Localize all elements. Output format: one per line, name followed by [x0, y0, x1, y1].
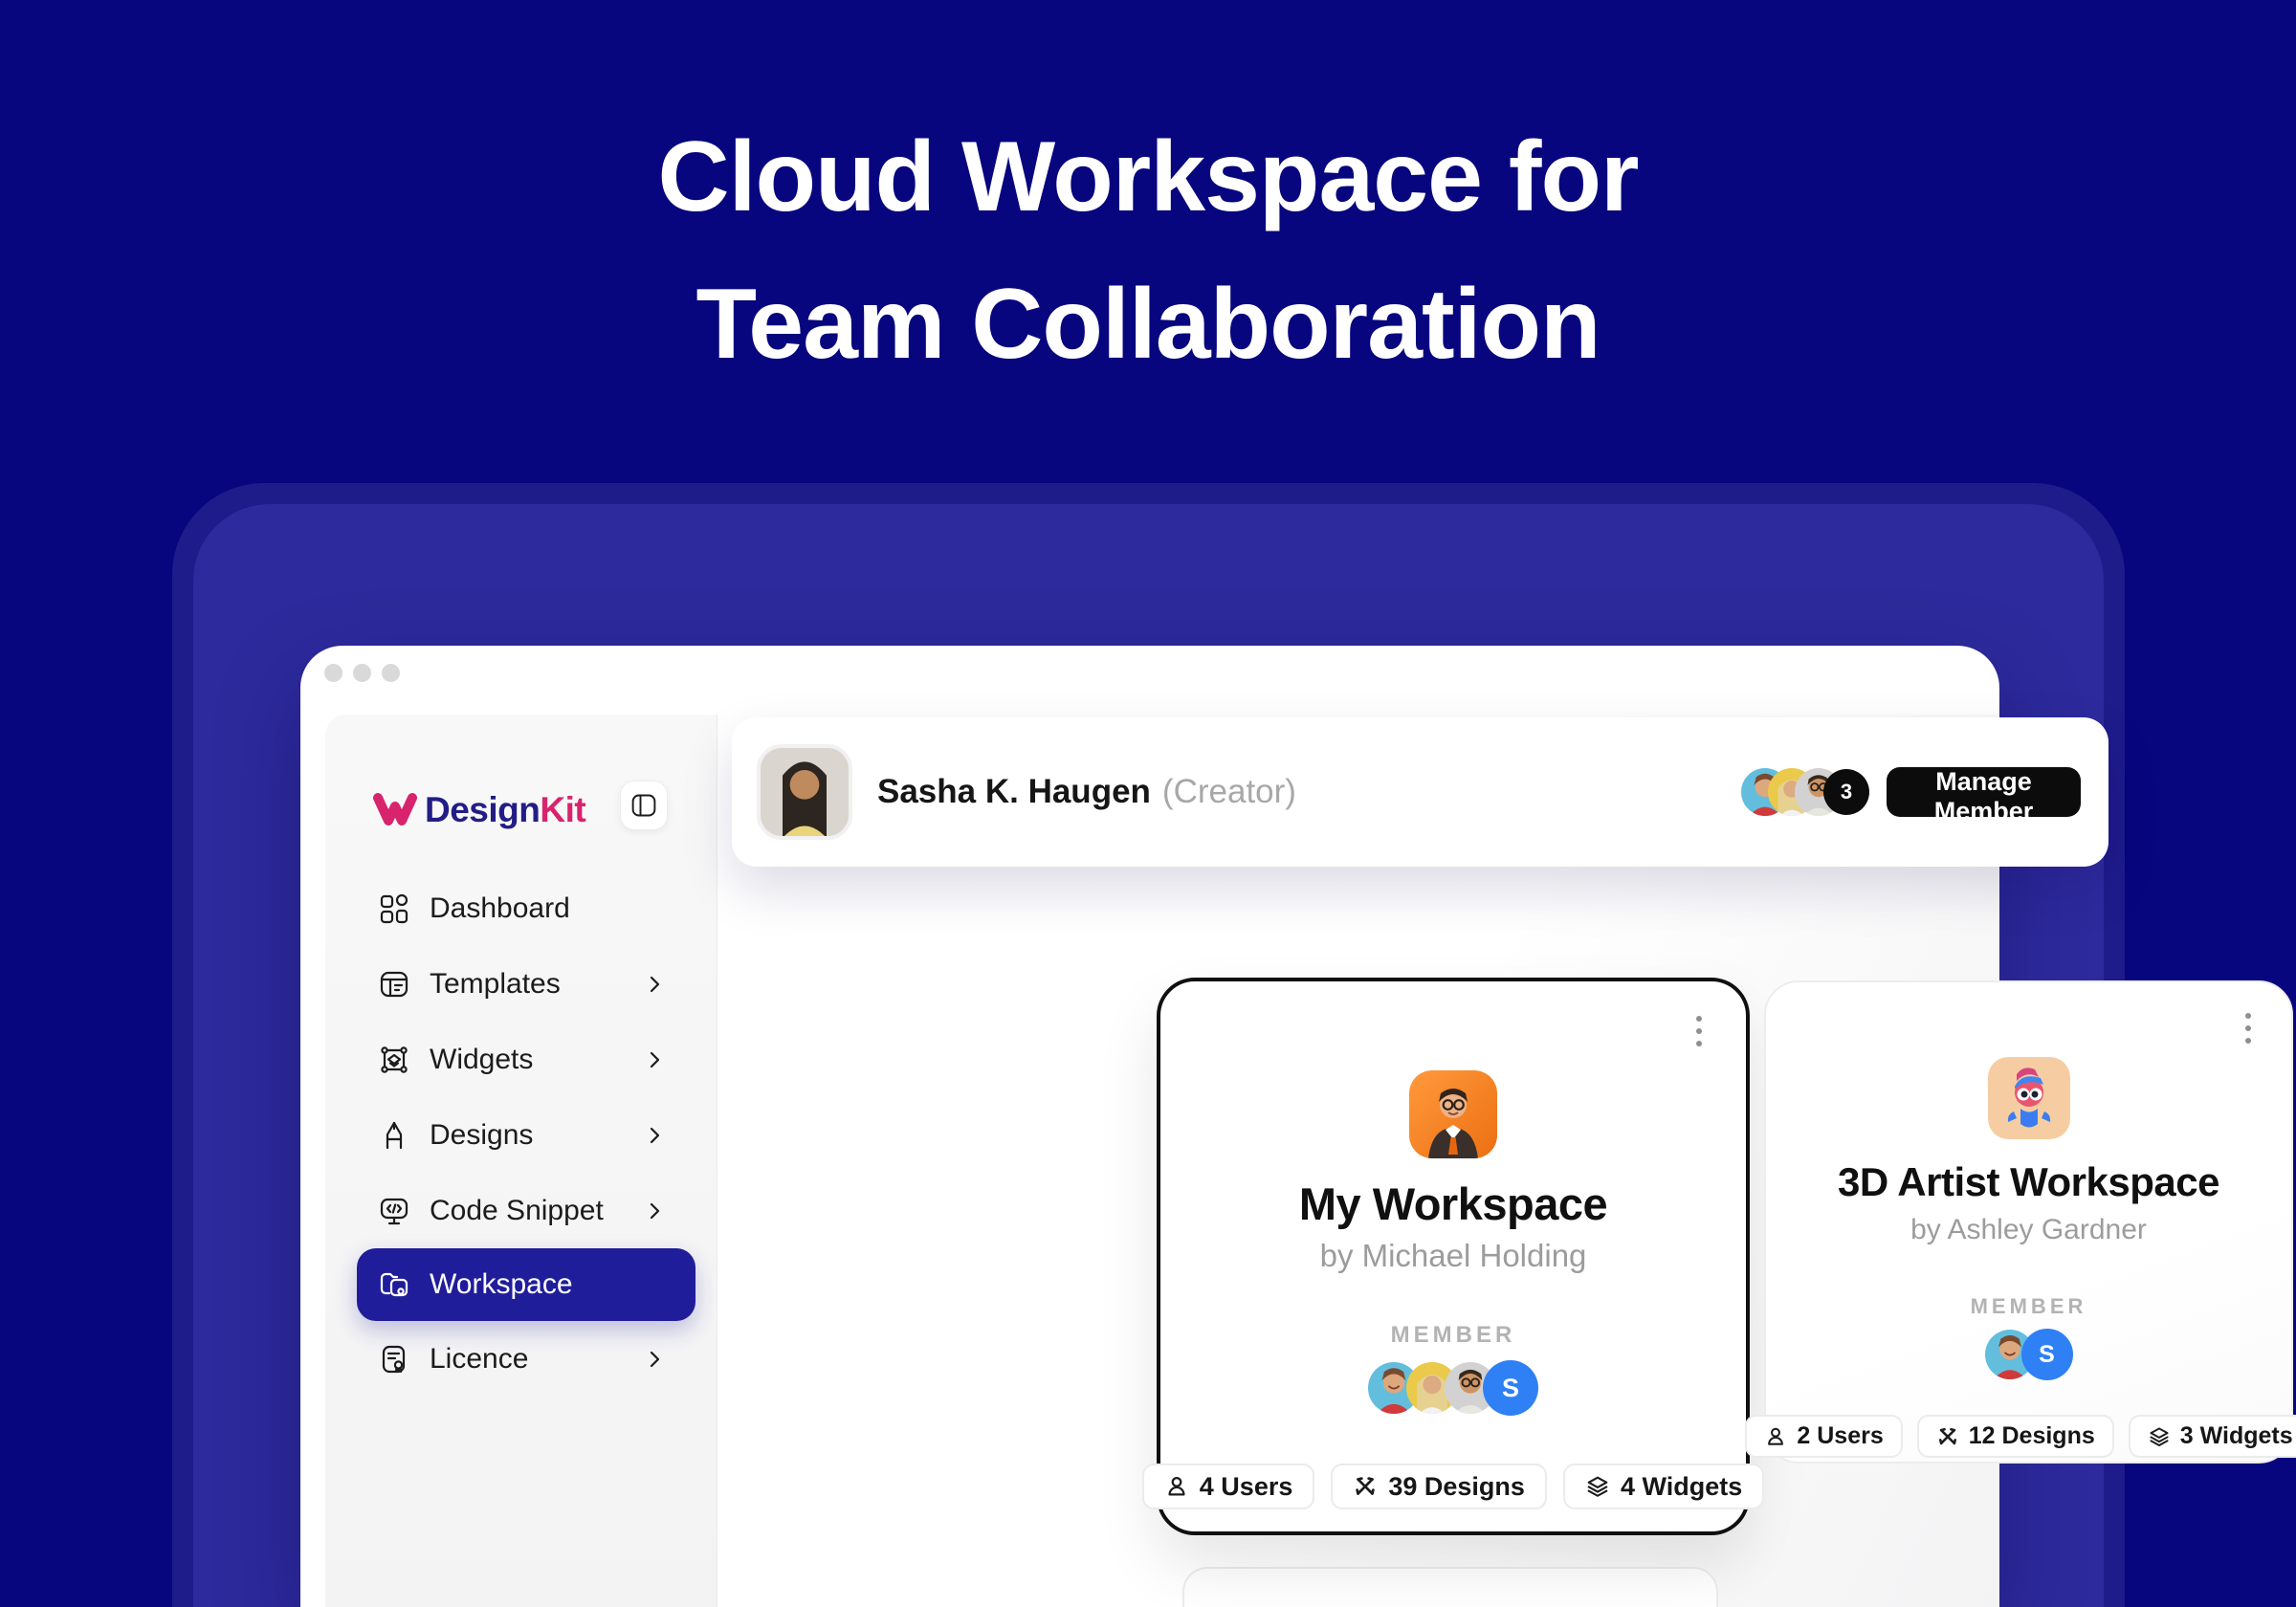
sidebar-toggle-icon	[630, 792, 657, 819]
dashboard-icon	[378, 892, 410, 925]
workspace-thumbnail	[1988, 1057, 2070, 1139]
chevron-right-icon	[644, 974, 665, 995]
stat-label: 4 Users	[1200, 1472, 1293, 1502]
chevron-right-icon	[644, 1349, 665, 1370]
stat-label: 12 Designs	[1969, 1422, 2095, 1450]
stat-chip-widgets: 4 Widgets	[1563, 1464, 1764, 1509]
workspace-card-my-workspace[interactable]: My Workspace by Michael Holding MEMBER	[1157, 978, 1750, 1535]
layers-icon	[1585, 1474, 1610, 1499]
sidebar-nav: Dashboard Templates	[325, 870, 718, 1397]
designs-icon	[1353, 1474, 1378, 1499]
brand-logo: DesignKit	[373, 784, 695, 836]
workspace-author: by Michael Holding	[1160, 1238, 1746, 1274]
creator-role: (Creator)	[1162, 773, 1296, 811]
sidebar-item-label: Dashboard	[430, 892, 570, 925]
workspace-title: My Workspace	[1160, 1178, 1746, 1230]
creator-name: Sasha K. Haugen	[877, 773, 1151, 811]
chevron-right-icon	[644, 1125, 665, 1146]
code-snippet-icon	[378, 1195, 410, 1227]
workspace-title: 3D Artist Workspace	[1766, 1159, 2291, 1205]
member-avatar-initial: S	[1483, 1360, 1538, 1416]
stat-label: 4 Widgets	[1621, 1472, 1742, 1502]
member-avatars: S	[1160, 1360, 1746, 1416]
sidebar-item-designs[interactable]: Designs	[325, 1097, 718, 1173]
brand-logo-text: DesignKit	[425, 790, 585, 830]
chevron-right-icon	[644, 1049, 665, 1070]
workspace-icon	[378, 1268, 410, 1301]
chevron-right-icon	[644, 1200, 665, 1222]
workspace-stats: 4 Users 39 Designs 4 Widgets	[1160, 1464, 1746, 1509]
designs-icon	[1936, 1425, 1959, 1448]
sidebar-item-workspace[interactable]: Workspace	[357, 1248, 695, 1321]
sidebar-item-templates[interactable]: Templates	[325, 946, 718, 1022]
sidebar-item-licence[interactable]: Licence	[325, 1321, 718, 1397]
sidebar-collapse-button[interactable]	[620, 781, 668, 830]
window-control-dot[interactable]	[382, 664, 400, 682]
brand-name-primary: Design	[425, 790, 540, 829]
stat-label: 2 Users	[1797, 1422, 1883, 1450]
user-icon	[1764, 1425, 1787, 1448]
card-menu-button[interactable]	[2240, 1007, 2257, 1049]
layers-icon	[2148, 1425, 2171, 1448]
sidebar-item-label: Code Snippet	[430, 1195, 604, 1227]
brand-logo-icon	[373, 791, 417, 829]
hero-heading: Cloud Workspace for Team Collaboration	[0, 103, 2296, 398]
licence-icon	[378, 1343, 410, 1376]
sidebar-item-dashboard[interactable]: Dashboard	[325, 870, 718, 946]
hero-title-line2: Team Collaboration	[695, 269, 1600, 380]
stat-chip-widgets: 3 Widgets	[2129, 1415, 2296, 1458]
sidebar-item-code-snippet[interactable]: Code Snippet	[325, 1173, 718, 1248]
workspace-author: by Ashley Gardner	[1766, 1214, 2291, 1246]
sidebar-item-label: Templates	[430, 968, 561, 1001]
sidebar-item-label: Designs	[430, 1119, 533, 1152]
designs-icon	[378, 1119, 410, 1152]
member-avatar-initial: S	[2021, 1329, 2073, 1380]
sidebar: DesignKit Dashboard	[325, 715, 718, 1607]
user-icon	[1164, 1474, 1189, 1499]
sidebar-item-label: Licence	[430, 1343, 528, 1376]
stat-chip-designs: 12 Designs	[1917, 1415, 2114, 1458]
businessman-illustration-icon	[1409, 1070, 1497, 1158]
stat-label: 3 Widgets	[2180, 1422, 2293, 1450]
hero-title: Cloud Workspace for Team Collaboration	[0, 103, 2296, 398]
window-control-dot[interactable]	[353, 664, 371, 682]
member-overflow-badge: 3	[1823, 769, 1869, 815]
member-avatars: S	[1766, 1329, 2291, 1380]
sidebar-item-widgets[interactable]: Widgets	[325, 1022, 718, 1097]
window-control-dot[interactable]	[324, 664, 342, 682]
window-controls[interactable]	[324, 664, 400, 682]
brand-name-accent: Kit	[540, 790, 585, 829]
workspace-card-3d-artist[interactable]: 3D Artist Workspace by Ashley Gardner ME…	[1764, 980, 2293, 1464]
stat-chip-designs: 39 Designs	[1331, 1464, 1547, 1509]
next-row-card-peek	[1182, 1567, 1718, 1607]
stat-chip-users: 2 Users	[1745, 1415, 1902, 1458]
character-illustration-icon	[1988, 1057, 2070, 1139]
topbar-members: 3 Manage Member	[1741, 767, 2081, 817]
templates-icon	[378, 968, 410, 1001]
member-label: MEMBER	[1766, 1294, 2291, 1319]
sidebar-item-label: Workspace	[430, 1268, 573, 1301]
avatar-sasha	[761, 748, 849, 836]
stat-chip-users: 4 Users	[1142, 1464, 1315, 1509]
user-topbar: Sasha K. Haugen (Creator)	[732, 717, 2108, 867]
card-menu-button[interactable]	[1690, 1010, 1708, 1052]
widgets-icon	[378, 1044, 410, 1076]
workspace-stats: 2 Users 12 Designs 3 Widgets	[1766, 1415, 2291, 1458]
workspace-thumbnail	[1409, 1070, 1497, 1158]
stat-label: 39 Designs	[1388, 1472, 1525, 1502]
member-label: MEMBER	[1160, 1322, 1746, 1349]
page: Cloud Workspace for Team Collaboration D…	[0, 0, 2296, 1607]
creator-avatar	[757, 744, 852, 840]
manage-member-button[interactable]: Manage Member	[1887, 767, 2081, 817]
sidebar-item-label: Widgets	[430, 1044, 533, 1076]
hero-title-line1: Cloud Workspace for	[657, 121, 1638, 232]
